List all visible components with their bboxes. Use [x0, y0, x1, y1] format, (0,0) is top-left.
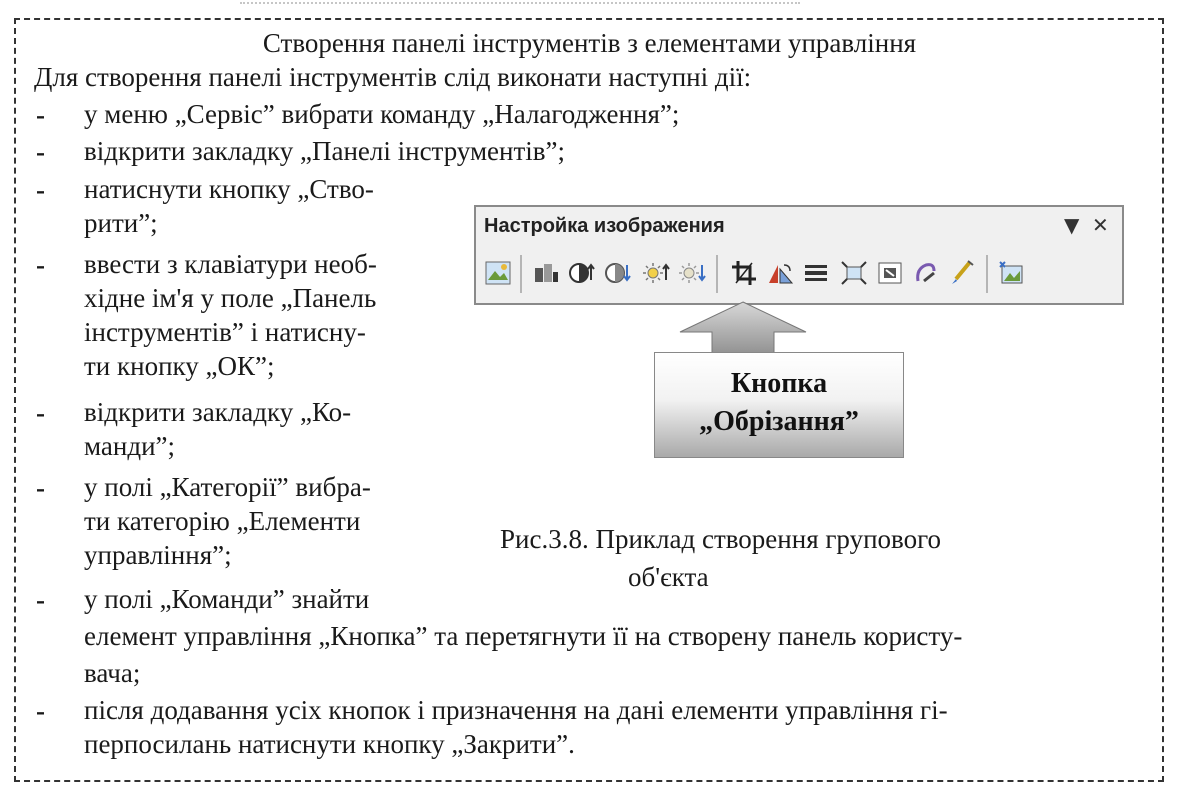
- list-bullet: -: [36, 473, 45, 503]
- line: рити”;: [84, 208, 158, 238]
- figure-caption: Рис.3.8. Приклад створення групового об'…: [500, 520, 1040, 596]
- callout-line: Кнопка: [730, 368, 828, 399]
- callout-line: „Обрізання”: [699, 406, 859, 437]
- compress-pictures-icon[interactable]: [838, 257, 870, 289]
- toolbar-separator: [716, 255, 718, 293]
- picture-toolbar: Настройка изображения ▼ ✕: [474, 205, 1124, 305]
- line: натиснути кнопку „Ство-: [84, 174, 374, 204]
- crop-icon[interactable]: [728, 257, 760, 289]
- line-style-icon[interactable]: [800, 257, 832, 289]
- chevron-down-icon[interactable]: ▼: [1064, 213, 1079, 237]
- text-wrapping-icon[interactable]: [874, 257, 906, 289]
- line: управління”;: [84, 540, 232, 570]
- list-bullet: -: [36, 100, 45, 130]
- crop-button-callout: Кнопка „Обрізання”: [654, 352, 904, 458]
- list-item-2: відкрити закладку „Панелі інструментів”;: [84, 136, 566, 166]
- line: перпосилань натиснути кнопку „Закрити”.: [84, 729, 575, 759]
- more-contrast-icon[interactable]: [566, 257, 598, 289]
- list-bullet: -: [36, 696, 45, 726]
- list-item-4: ввести з клавіатури необ- хідне ім'я у п…: [84, 247, 446, 383]
- list-bullet: -: [36, 250, 45, 280]
- more-brightness-icon[interactable]: [640, 257, 672, 289]
- rotate-left-icon[interactable]: [764, 257, 796, 289]
- toolbar-title: Настройка изображения: [484, 215, 725, 237]
- cropped-text-remnant: [240, 2, 800, 14]
- list-item-3: натиснути кнопку „Ство- рити”;: [84, 172, 446, 240]
- list-bullet: -: [36, 175, 45, 205]
- list-item-1: у меню „Сервіс” вибрати команду „Налагод…: [84, 99, 680, 129]
- line: манди”;: [84, 431, 176, 461]
- page-title: Створення панелі інструментів з елемента…: [262, 28, 917, 58]
- set-transparent-color-icon[interactable]: [946, 257, 978, 289]
- line: у полі „Категорії” вибра-: [84, 472, 371, 502]
- list-item-7-end: вача;: [84, 658, 141, 688]
- less-brightness-icon[interactable]: [676, 257, 708, 289]
- line: ввести з клавіатури необ-: [84, 249, 377, 279]
- reset-picture-icon[interactable]: [996, 257, 1028, 289]
- line: інструментів” і натисну-: [84, 317, 366, 347]
- color-icon[interactable]: [530, 257, 562, 289]
- list-item-7-cont: елемент управління „Кнопка” та перетягну…: [84, 621, 963, 651]
- line: після додавання усіх кнопок і призначенн…: [84, 695, 948, 725]
- line: відкрити закладку „Ко-: [84, 397, 352, 427]
- line: хідне ім'я у поле „Панель: [84, 283, 377, 313]
- less-contrast-icon[interactable]: [602, 257, 634, 289]
- toolbar-separator: [520, 255, 522, 293]
- list-item-5: відкрити закладку „Ко- манди”;: [84, 395, 446, 463]
- list-bullet: -: [36, 585, 45, 615]
- toolbar-buttons: [482, 251, 1116, 297]
- line: ти кнопку „ОК”;: [84, 351, 275, 381]
- toolbar-separator: [986, 255, 988, 293]
- list-item-6: у полі „Категорії” вибра- ти категорію „…: [84, 470, 446, 572]
- list-bullet: -: [36, 137, 45, 167]
- line: ти категорію „Елементи: [84, 506, 361, 536]
- close-icon[interactable]: ✕: [1092, 213, 1109, 237]
- format-picture-icon[interactable]: [910, 257, 942, 289]
- list-item-8: після додавання усіх кнопок і призначенн…: [84, 693, 1154, 761]
- list-bullet: -: [36, 398, 45, 428]
- pointer-arrow: [679, 301, 807, 359]
- insert-picture-icon[interactable]: [482, 257, 514, 289]
- caption-line: Рис.3.8. Приклад створення групового: [500, 524, 941, 554]
- intro-text: Для створення панелі інструментів слід в…: [34, 62, 752, 92]
- list-item-7-head: у полі „Команди” знайти: [84, 584, 370, 614]
- caption-line: об'єкта: [628, 562, 709, 592]
